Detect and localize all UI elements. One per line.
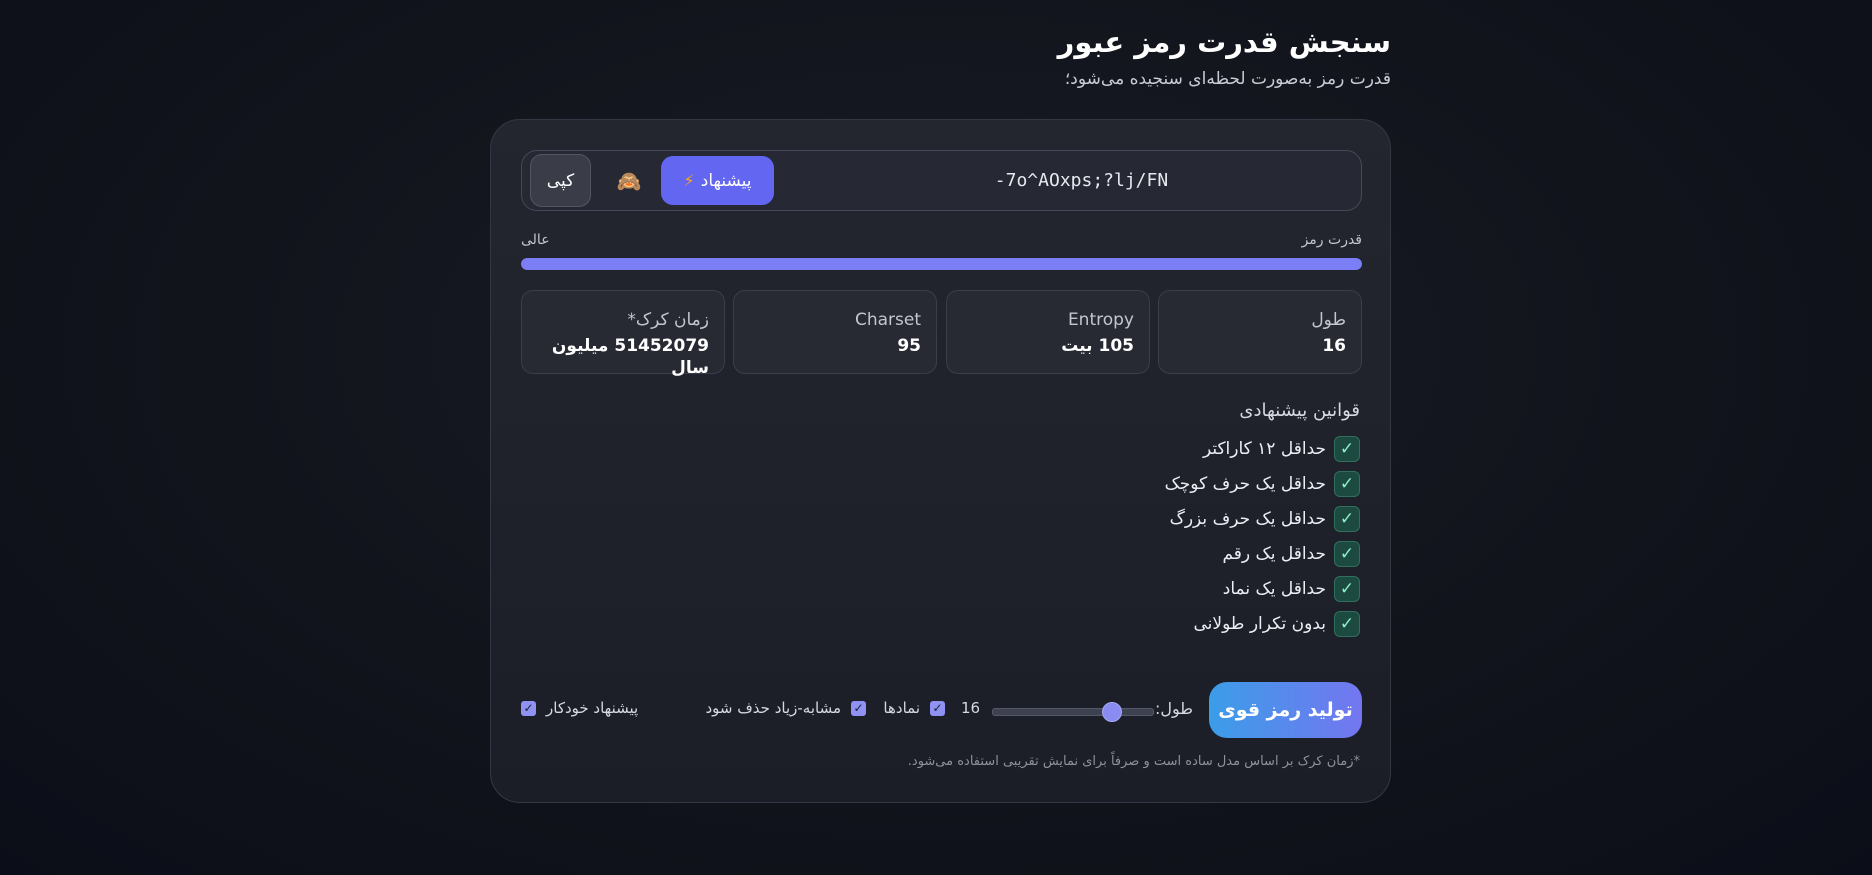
rule-item: ✓ حداقل یک حرف بزرگ: [1165, 501, 1360, 536]
auto-suggest-checkbox[interactable]: ✓: [521, 700, 536, 716]
rule-item: ✓ حداقل یک نماد: [1165, 571, 1360, 606]
crack-time-footnote: *زمان کرک بر اساس مدل ساده است و صرفاً ب…: [907, 754, 1360, 769]
password-input[interactable]: -7o^AOxps;?lj/FN: [822, 151, 1341, 210]
rules-list: ✓ حداقل ۱۲ کاراکتر ✓ حداقل یک حرف کوچک ✓…: [1165, 431, 1360, 641]
strength-bar: [521, 258, 1362, 270]
suggest-label: پیشنهاد: [700, 170, 752, 191]
stat-length: طول 16: [1158, 290, 1362, 374]
rule-label: حداقل یک حرف کوچک: [1164, 473, 1326, 494]
stat-length-label: طول: [1311, 310, 1346, 330]
check-icon: ✓: [1334, 610, 1360, 637]
rule-item: ✓ حداقل یک حرف کوچک: [1165, 466, 1360, 501]
stat-charset: Charset 95: [733, 290, 937, 374]
password-card: -7o^AOxps;?lj/FN پیشنهاد ⚡ 🙈 کپی قدرت رم…: [490, 119, 1391, 803]
stat-charset-value: 95: [897, 336, 921, 356]
exclude-similar-checkbox[interactable]: ✓: [851, 700, 866, 716]
page-subtitle: قدرت رمز به‌صورت لحظه‌ای سنجیده می‌شود؛: [1064, 69, 1391, 89]
symbols-checkbox[interactable]: ✓: [930, 700, 945, 716]
stat-entropy-label: Entropy: [1067, 310, 1134, 330]
rule-label: حداقل یک حرف بزرگ: [1169, 508, 1326, 529]
strength-value: عالی: [521, 232, 550, 248]
check-icon: ✓: [1334, 575, 1360, 602]
exclude-similar-label: مشابه-زیاد حذف شود: [705, 699, 841, 717]
check-icon: ✓: [1334, 540, 1360, 567]
check-icon: ✓: [1334, 470, 1360, 497]
rule-label: حداقل ۱۲ کاراکتر: [1202, 438, 1326, 459]
length-slider[interactable]: [992, 702, 1154, 722]
page-title: سنجش قدرت رمز عبور: [1057, 25, 1391, 59]
auto-suggest-option[interactable]: پیشنهاد خودکار ✓: [521, 699, 638, 717]
rule-label: حداقل یک نماد: [1222, 578, 1326, 599]
symbols-label: نمادها: [883, 699, 920, 717]
check-icon: ✓: [1334, 505, 1360, 532]
password-field[interactable]: -7o^AOxps;?lj/FN پیشنهاد ⚡ 🙈 کپی: [521, 150, 1362, 211]
check-icon: ✓: [1334, 435, 1360, 462]
rule-item: ✓ حداقل ۱۲ کاراکتر: [1165, 431, 1360, 466]
length-label: طول:: [1154, 699, 1193, 718]
rule-item: ✓ حداقل یک رقم: [1165, 536, 1360, 571]
toggle-visibility-button[interactable]: 🙈: [607, 156, 651, 205]
auto-suggest-label: پیشنهاد خودکار: [546, 699, 639, 717]
length-slider-thumb[interactable]: [1102, 702, 1123, 722]
stat-length-value: 16: [1322, 336, 1346, 356]
rules-title: قوانین پیشنهادی: [1239, 400, 1360, 421]
bolt-icon: ⚡: [683, 171, 695, 190]
rule-item: ✓ بدون تکرار طولانی: [1165, 606, 1360, 641]
strength-meter-labels: قدرت رمز عالی: [521, 232, 1362, 252]
stats-grid: طول 16 Entropy 105 بیت Charset 95 زمان ک…: [521, 290, 1362, 378]
see-no-evil-monkey-icon: 🙈: [616, 168, 642, 193]
stat-charset-label: Charset: [854, 310, 921, 330]
suggest-button[interactable]: پیشنهاد ⚡: [661, 156, 774, 205]
generate-strong-password-button[interactable]: تولید رمز قوی: [1209, 682, 1362, 738]
stat-entropy-value: 105 بیت: [1061, 336, 1134, 356]
strength-label: قدرت رمز: [1301, 232, 1362, 248]
exclude-similar-option[interactable]: ✓ مشابه-زیاد حذف شود: [705, 699, 866, 717]
copy-button[interactable]: کپی: [530, 154, 591, 207]
stat-crack-time-value: 51452079 میلیون سال: [551, 336, 709, 378]
stat-crack-time: زمان کرک* 51452079 میلیون سال: [521, 290, 725, 378]
rule-label: حداقل یک رقم: [1222, 543, 1326, 564]
stat-crack-time-label: زمان کرک*: [627, 310, 709, 330]
strength-bar-fill: [521, 258, 1362, 270]
generator-controls: تولید رمز قوی طول: 16 ✓ نمادها ✓ مشابه-ز…: [521, 682, 1362, 738]
symbols-option[interactable]: ✓ نمادها: [883, 699, 945, 717]
rule-label: بدون تکرار طولانی: [1193, 613, 1327, 634]
page-header: سنجش قدرت رمز عبور قدرت رمز به‌صورت لحظه…: [1058, 22, 1391, 90]
length-value: 16: [961, 699, 981, 717]
stat-entropy: Entropy 105 بیت: [946, 290, 1150, 374]
